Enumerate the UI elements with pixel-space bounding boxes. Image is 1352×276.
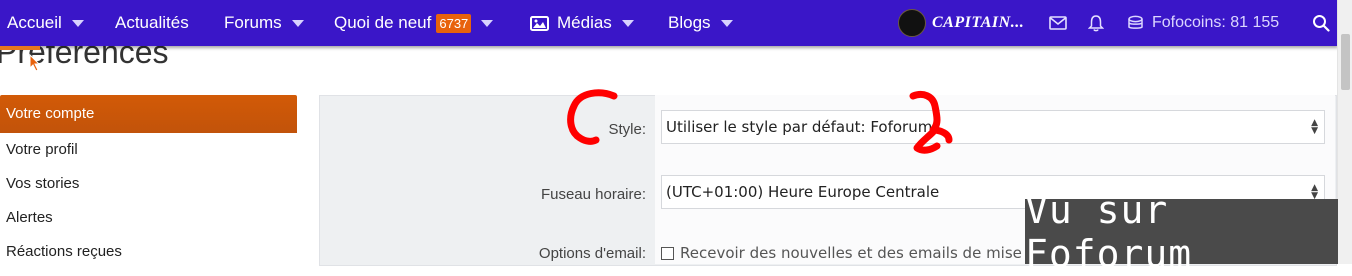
user-menu[interactable]: CAPITAIN... bbox=[898, 0, 1024, 46]
envelope-icon[interactable] bbox=[1049, 0, 1067, 46]
nav-medias[interactable]: Médias bbox=[530, 0, 634, 46]
sidebar-item-votre-compte[interactable]: Votre compte bbox=[0, 95, 297, 133]
chevron-down-icon[interactable] bbox=[71, 19, 84, 27]
bell-icon[interactable] bbox=[1088, 0, 1104, 46]
style-select[interactable]: Utiliser le style par défaut: Foforum ▲ ▼ bbox=[661, 110, 1325, 144]
coins-icon bbox=[1128, 15, 1143, 29]
new-count-badge: 6737 bbox=[436, 13, 472, 33]
nav-actualites[interactable]: Actualités bbox=[115, 0, 189, 46]
watermark: Vu sur Foforum bbox=[1025, 188, 1338, 276]
style-select-value: Utiliser le style par défaut: Foforum bbox=[666, 118, 933, 136]
top-navbar: Accueil Actualités Forums Quoi de neuf 6… bbox=[0, 0, 1338, 46]
sidebar-item-vos-stories[interactable]: Vos stories bbox=[0, 167, 297, 201]
select-arrows-icon: ▲ ▼ bbox=[1311, 118, 1318, 136]
active-tab-indicator bbox=[0, 46, 40, 50]
vertical-scrollbar[interactable] bbox=[1337, 0, 1352, 264]
nav-blogs[interactable]: Blogs bbox=[668, 0, 733, 46]
nav-forums-label: Forums bbox=[224, 13, 282, 32]
username[interactable]: CAPITAIN... bbox=[932, 14, 1024, 32]
style-label: Style: bbox=[608, 121, 646, 138]
fofocoins-label: Fofocoins: 81 155 bbox=[1152, 14, 1280, 31]
cursor-icon bbox=[29, 54, 41, 72]
timezone-select-value: (UTC+01:00) Heure Europe Centrale bbox=[666, 183, 940, 201]
newsletter-checkbox[interactable] bbox=[661, 246, 674, 260]
chevron-down-icon[interactable] bbox=[720, 19, 733, 27]
nav-forums[interactable]: Forums bbox=[224, 0, 304, 46]
chevron-down-icon[interactable] bbox=[481, 19, 494, 27]
nav-quoi-de-neuf-label: Quoi de neuf bbox=[334, 13, 432, 32]
account-sidebar: Votre compte Votre profil Vos stories Al… bbox=[0, 95, 297, 264]
timezone-label: Fuseau horaire: bbox=[540, 186, 646, 203]
fofocoins[interactable]: Fofocoins: 81 155 bbox=[1127, 0, 1279, 46]
nav-medias-label: Médias bbox=[557, 13, 612, 32]
email-options-label: Options d'email: bbox=[538, 245, 646, 262]
search-icon[interactable] bbox=[1312, 0, 1330, 46]
sidebar-item-alertes[interactable]: Alertes bbox=[0, 201, 297, 235]
nav-accueil[interactable]: Accueil bbox=[7, 0, 84, 46]
avatar[interactable] bbox=[898, 9, 926, 37]
sidebar-item-votre-profil[interactable]: Votre profil bbox=[0, 133, 297, 167]
nav-accueil-label: Accueil bbox=[7, 13, 62, 32]
scrollbar-thumb[interactable] bbox=[1341, 34, 1350, 90]
chevron-down-icon[interactable] bbox=[621, 19, 634, 27]
image-icon bbox=[530, 15, 549, 31]
newsletter-option-label: Recevoir des nouvelles et des emails de … bbox=[680, 244, 1070, 262]
newsletter-option[interactable]: Recevoir des nouvelles et des emails de … bbox=[661, 244, 1070, 262]
chevron-down-icon[interactable] bbox=[291, 19, 304, 27]
nav-quoi-de-neuf[interactable]: Quoi de neuf 6737 bbox=[334, 0, 494, 46]
nav-blogs-label: Blogs bbox=[668, 13, 711, 32]
nav-actualites-label: Actualités bbox=[115, 13, 189, 32]
